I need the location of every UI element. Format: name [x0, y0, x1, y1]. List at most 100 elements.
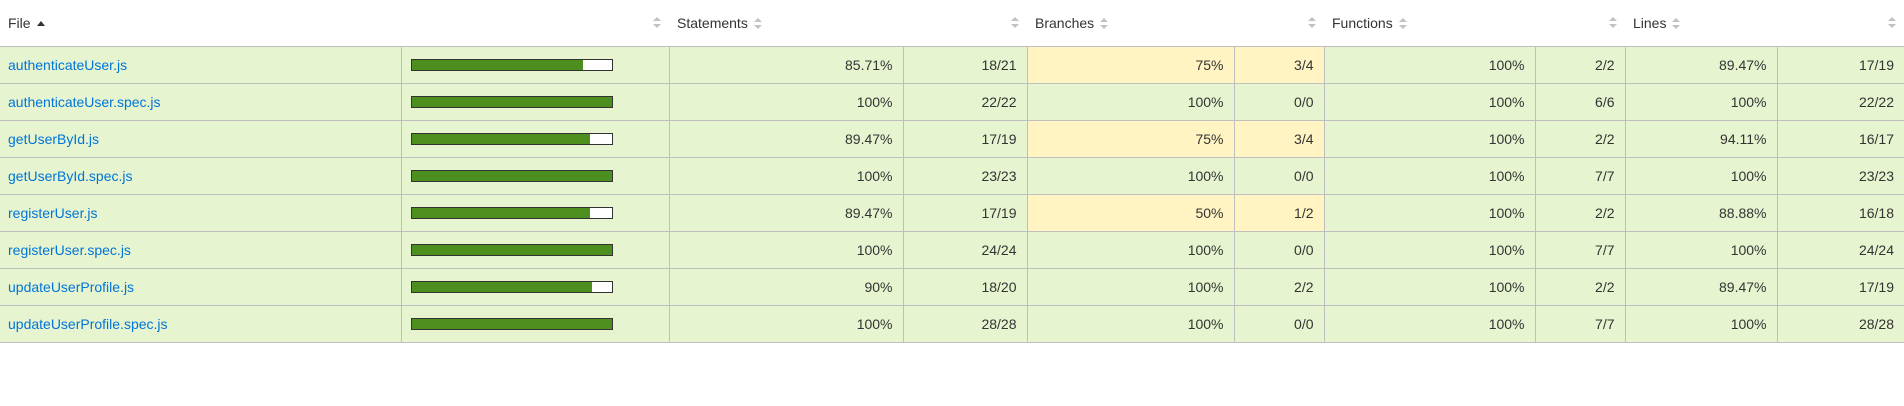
column-header-lines-label: Lines: [1633, 15, 1667, 31]
column-header-functions-count[interactable]: [1535, 0, 1625, 47]
branches-pct: 100%: [1026, 83, 1234, 121]
sort-icon: [1672, 18, 1681, 29]
file-cell: getUserById.spec.js: [0, 157, 401, 195]
coverage-bar-cell: [400, 268, 669, 306]
branches-count: 0/0: [1233, 305, 1324, 343]
lines-pct: 100%: [1624, 157, 1777, 195]
file-link[interactable]: authenticateUser.spec.js: [8, 94, 161, 110]
statements-pct: 100%: [668, 83, 903, 121]
table-row: authenticateUser.js 85.71% 18/21 75% 3/4…: [0, 46, 1904, 84]
table-row: getUserById.spec.js 100% 23/23 100% 0/0 …: [0, 157, 1904, 195]
coverage-bar-fill: [411, 60, 583, 70]
table-row: updateUserProfile.spec.js 100% 28/28 100…: [0, 305, 1904, 343]
statements-pct: 90%: [668, 268, 903, 306]
file-cell: registerUser.spec.js: [0, 231, 401, 269]
file-link[interactable]: getUserById.js: [8, 131, 99, 147]
column-header-coverage-bar[interactable]: [401, 0, 669, 47]
file-link[interactable]: updateUserProfile.spec.js: [8, 316, 168, 332]
coverage-bar-cell: [400, 305, 669, 343]
column-header-statements[interactable]: Statements: [669, 0, 903, 47]
coverage-bar-fill: [411, 245, 612, 255]
statements-count: 24/24: [902, 231, 1027, 269]
column-header-statements-count[interactable]: [903, 0, 1027, 47]
table-row: getUserById.js 89.47% 17/19 75% 3/4 100%…: [0, 120, 1904, 158]
functions-count: 6/6: [1534, 83, 1625, 121]
statements-count: 18/20: [902, 268, 1027, 306]
coverage-table: File Statements Branches Functions Lines…: [0, 0, 1904, 343]
sort-icon: [1888, 17, 1896, 28]
column-header-functions[interactable]: Functions: [1324, 0, 1535, 47]
column-header-file[interactable]: File: [0, 0, 401, 47]
statements-pct: 89.47%: [668, 120, 903, 158]
lines-count: 17/19: [1776, 46, 1904, 84]
functions-count: 7/7: [1534, 157, 1625, 195]
coverage-bar-cell: [400, 157, 669, 195]
lines-count: 22/22: [1776, 83, 1904, 121]
branches-pct: 100%: [1026, 268, 1234, 306]
file-cell: registerUser.js: [0, 194, 401, 232]
lines-pct: 94.11%: [1624, 120, 1777, 158]
coverage-bar: [410, 96, 613, 108]
branches-pct: 100%: [1026, 231, 1234, 269]
branches-pct: 75%: [1026, 46, 1234, 84]
functions-pct: 100%: [1323, 120, 1535, 158]
branches-pct: 75%: [1026, 120, 1234, 158]
functions-pct: 100%: [1323, 83, 1535, 121]
lines-pct: 89.47%: [1624, 268, 1777, 306]
sort-icon: [653, 17, 661, 28]
functions-pct: 100%: [1323, 231, 1535, 269]
functions-count: 2/2: [1534, 120, 1625, 158]
branches-pct: 100%: [1026, 305, 1234, 343]
coverage-bar-cell: [400, 120, 669, 158]
coverage-bar: [410, 170, 613, 182]
file-link[interactable]: registerUser.spec.js: [8, 242, 131, 258]
coverage-bar-fill: [411, 319, 612, 329]
statements-count: 17/19: [902, 194, 1027, 232]
statements-count: 23/23: [902, 157, 1027, 195]
branches-count: 3/4: [1233, 120, 1324, 158]
column-header-lines[interactable]: Lines: [1625, 0, 1777, 47]
file-link[interactable]: updateUserProfile.js: [8, 279, 134, 295]
functions-pct: 100%: [1323, 46, 1535, 84]
sort-icon: [1100, 18, 1109, 29]
coverage-bar-cell: [400, 231, 669, 269]
functions-count: 7/7: [1534, 305, 1625, 343]
statements-count: 17/19: [902, 120, 1027, 158]
column-header-lines-count[interactable]: [1777, 0, 1904, 47]
file-link[interactable]: registerUser.js: [8, 205, 97, 221]
coverage-bar: [410, 207, 613, 219]
file-cell: updateUserProfile.js: [0, 268, 401, 306]
file-cell: authenticateUser.spec.js: [0, 83, 401, 121]
table-row: updateUserProfile.js 90% 18/20 100% 2/2 …: [0, 268, 1904, 306]
lines-pct: 100%: [1624, 305, 1777, 343]
coverage-bar-fill: [411, 208, 591, 218]
column-header-branches-count[interactable]: [1234, 0, 1324, 47]
lines-pct: 88.88%: [1624, 194, 1777, 232]
functions-pct: 100%: [1323, 194, 1535, 232]
coverage-bar-cell: [400, 46, 669, 84]
table-body: authenticateUser.js 85.71% 18/21 75% 3/4…: [0, 46, 1904, 343]
column-header-branches[interactable]: Branches: [1027, 0, 1234, 47]
lines-count: 23/23: [1776, 157, 1904, 195]
table-row: registerUser.js 89.47% 17/19 50% 1/2 100…: [0, 194, 1904, 232]
column-header-branches-label: Branches: [1035, 15, 1095, 31]
lines-pct: 100%: [1624, 231, 1777, 269]
file-cell: authenticateUser.js: [0, 46, 401, 84]
file-link[interactable]: getUserById.spec.js: [8, 168, 133, 184]
branches-pct: 100%: [1026, 157, 1234, 195]
statements-count: 18/21: [902, 46, 1027, 84]
branches-count: 0/0: [1233, 83, 1324, 121]
coverage-bar-cell: [400, 194, 669, 232]
file-cell: updateUserProfile.spec.js: [0, 305, 401, 343]
sort-icon: [1308, 17, 1316, 28]
lines-count: 16/18: [1776, 194, 1904, 232]
branches-count: 0/0: [1233, 157, 1324, 195]
column-header-functions-label: Functions: [1332, 15, 1393, 31]
statements-pct: 100%: [668, 231, 903, 269]
statements-count: 28/28: [902, 305, 1027, 343]
branches-pct: 50%: [1026, 194, 1234, 232]
file-link[interactable]: authenticateUser.js: [8, 57, 127, 73]
functions-pct: 100%: [1323, 157, 1535, 195]
lines-count: 16/17: [1776, 120, 1904, 158]
statements-count: 22/22: [902, 83, 1027, 121]
